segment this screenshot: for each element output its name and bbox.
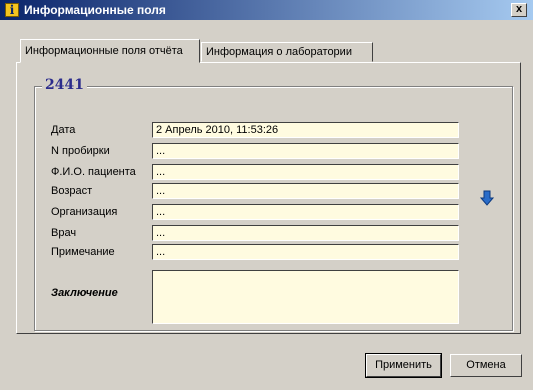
organization-field[interactable]: ... <box>152 204 459 220</box>
title-bar: i Информационные поля x <box>0 0 533 20</box>
arrow-down-icon[interactable] <box>479 190 495 209</box>
window-title: Информационные поля <box>24 3 166 17</box>
organization-label: Организация <box>51 206 118 218</box>
tab-laboratory-info[interactable]: Информация о лаборатории <box>201 42 373 62</box>
date-label: Дата <box>51 124 76 136</box>
conclusion-label: Заключение <box>51 287 118 299</box>
age-label: Возраст <box>51 185 93 197</box>
patient-name-label: Ф.И.О. пациента <box>51 166 136 178</box>
note-field[interactable]: ... <box>152 244 459 260</box>
tab-report-fields[interactable]: Информационные поля отчёта <box>20 39 200 63</box>
patient-name-field[interactable]: ... <box>152 164 459 180</box>
age-field[interactable]: ... <box>152 183 459 199</box>
doctor-field[interactable]: ... <box>152 225 459 241</box>
apply-button[interactable]: Применить <box>365 353 442 378</box>
tube-number-field[interactable]: ... <box>152 143 459 159</box>
info-icon: i <box>5 3 19 17</box>
cancel-button[interactable]: Отмена <box>450 354 522 377</box>
group-title: 2441 <box>42 77 87 93</box>
doctor-label: Врач <box>51 227 77 239</box>
conclusion-field[interactable] <box>152 270 459 324</box>
tube-number-label: N пробирки <box>51 145 110 157</box>
close-button[interactable]: x <box>511 3 527 17</box>
date-field[interactable]: 2 Апрель 2010, 11:53:26 <box>152 122 459 138</box>
note-label: Примечание <box>51 246 115 258</box>
